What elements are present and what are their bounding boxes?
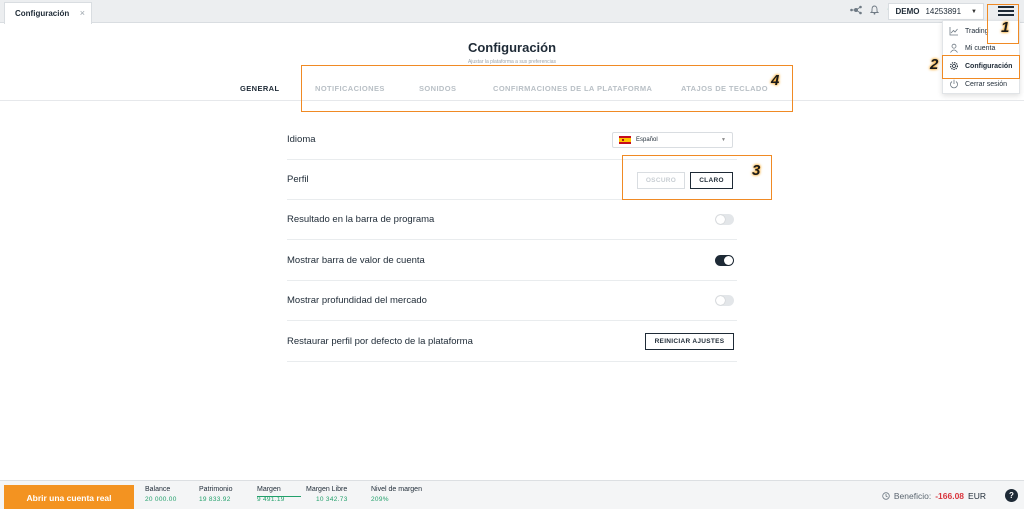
stat-value: 19 833.92 (199, 496, 231, 503)
setting-row-account-value-bar: Mostrar barra de valor de cuenta (287, 241, 737, 281)
stat-label: Margen (257, 486, 281, 493)
account-footer: Abrir una cuenta real Balance 20 000.00 … (0, 480, 1024, 509)
annotation-number-1: 1 (1001, 19, 1010, 36)
setting-row-idioma: Idioma Español ▼ (287, 120, 737, 160)
menu-item-label: Trading (965, 27, 989, 35)
tab-general[interactable]: GENERAL (240, 84, 279, 93)
bell-icon[interactable] (870, 5, 879, 15)
profit-currency: EUR (968, 491, 986, 501)
setting-row-result-bar: Resultado en la barra de programa (287, 200, 737, 240)
chart-line-icon (949, 27, 958, 36)
tab-label: Configuración (15, 9, 70, 18)
setting-label: Idioma (287, 134, 316, 145)
spain-flag-icon (619, 136, 631, 144)
stat-value: 10 342.73 (316, 496, 348, 503)
account-value-bar-toggle[interactable] (715, 255, 734, 266)
language-select[interactable]: Español ▼ (612, 132, 733, 148)
stat-label: Nivel de margen (371, 486, 422, 493)
clock-icon (882, 492, 890, 500)
account-selector[interactable]: DEMO 14253891 ▼ (888, 3, 984, 20)
stat-margen-libre: Margen Libre 10 342.73 (306, 486, 348, 503)
stat-balance: Balance 20 000.00 (145, 486, 177, 503)
close-icon[interactable]: × (80, 8, 85, 18)
setting-label: Perfil (287, 174, 309, 185)
stat-label: Patrimonio (199, 486, 233, 493)
market-depth-toggle[interactable] (715, 295, 734, 306)
profit-label: Beneficio: (893, 491, 932, 501)
annotation-number-2: 2 (930, 56, 939, 73)
profit-value: -166.08 (935, 491, 965, 501)
setting-label: Resultado en la barra de programa (287, 214, 435, 225)
setting-label: Restaurar perfil por defecto de la plata… (287, 336, 473, 347)
stat-value: 209% (371, 496, 389, 503)
annotation-number-3: 3 (752, 162, 761, 179)
network-icon (850, 5, 862, 15)
account-number: 14253891 (925, 7, 962, 16)
open-real-account-button[interactable]: Abrir una cuenta real (4, 485, 134, 509)
stat-label: Balance (145, 486, 171, 493)
account-mode: DEMO (895, 7, 920, 16)
setting-row-market-depth: Mostrar profundidad del mercado (287, 281, 737, 321)
annotation-box-2 (942, 55, 1020, 79)
setting-label: Mostrar profundidad del mercado (287, 295, 427, 306)
stat-value: 20 000.00 (145, 496, 177, 503)
top-bar: Configuración × DEMO 14253891 ▼ (0, 0, 1024, 24)
page-title: Configuración (467, 40, 557, 55)
setting-row-restore: Restaurar perfil por defecto de la plata… (287, 322, 737, 362)
stat-nivel-de-margen: Nivel de margen 209% (371, 486, 422, 503)
stat-value: 9 491.19 (257, 496, 285, 503)
language-value: Español (636, 137, 658, 143)
chevron-down-icon: ▼ (971, 8, 977, 15)
profit-summary: Beneficio: -166.08 EUR (882, 491, 986, 501)
reset-settings-button[interactable]: REINICIAR AJUSTES (645, 333, 734, 350)
annotation-box-3 (622, 155, 772, 200)
stat-margen: Margen 9 491.19 (257, 486, 301, 503)
chevron-down-icon: ▼ (721, 137, 726, 143)
stat-label: Margen Libre (306, 486, 348, 493)
result-bar-toggle[interactable] (715, 214, 734, 225)
stat-patrimonio: Patrimonio 19 833.92 (199, 486, 232, 503)
help-icon[interactable]: ? (1005, 489, 1018, 502)
annotation-box-4 (301, 65, 793, 112)
annotation-number-4: 4 (771, 72, 780, 89)
setting-label: Mostrar barra de valor de cuenta (287, 255, 425, 266)
tab-configuracion[interactable]: Configuración × (4, 2, 92, 24)
